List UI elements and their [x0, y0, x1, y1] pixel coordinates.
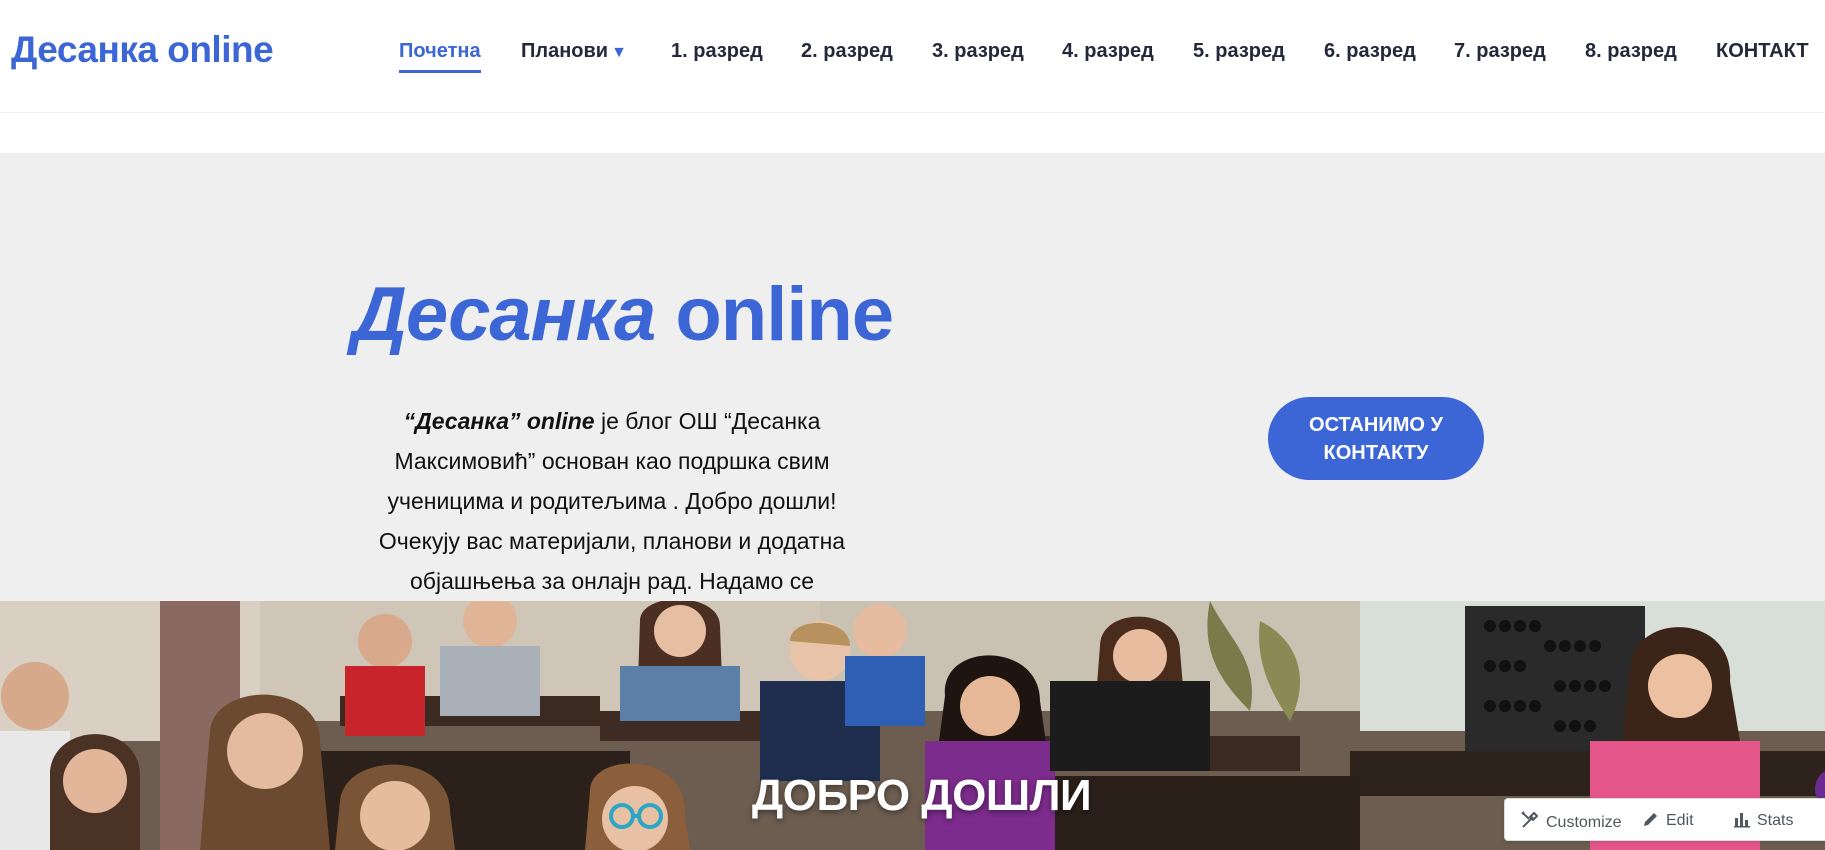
stats-button[interactable]: Stats	[1733, 810, 1793, 830]
hero-section: Десанка online “Десанка” online је блог …	[0, 153, 1825, 634]
nav-item-grade-6[interactable]: 6. разред	[1324, 40, 1416, 63]
nav-item-grade-1[interactable]: 1. разред	[671, 40, 763, 63]
nav-item-grade-3[interactable]: 3. разред	[932, 40, 1024, 63]
hero-description-lead: “Десанка” online	[403, 408, 595, 434]
hero-title-rest: online	[655, 272, 894, 357]
nav-item-contact[interactable]: КОНТАКТ	[1716, 40, 1809, 63]
pencil-icon	[1644, 813, 1657, 826]
customize-label: Customize	[1546, 814, 1622, 831]
nav-item-plans[interactable]: Планови ▼	[521, 40, 627, 63]
hero-title-italic: Десанка	[352, 272, 656, 357]
nav-item-home[interactable]: Почетна	[399, 40, 481, 73]
nav-item-grade-5[interactable]: 5. разред	[1193, 40, 1285, 63]
tools-icon	[1521, 811, 1539, 828]
chevron-down-icon: ▼	[611, 44, 627, 61]
edit-label: Edit	[1666, 812, 1694, 829]
stay-in-touch-button[interactable]: ОСТАНИМО У КОНТАКТУ	[1268, 397, 1484, 480]
nav-item-grade-2[interactable]: 2. разред	[801, 40, 893, 63]
site-title-link[interactable]: Десанка online	[11, 29, 274, 71]
customize-button[interactable]: Customize	[1520, 810, 1622, 832]
nav-item-grade-4[interactable]: 4. разред	[1062, 40, 1154, 63]
site-header: Десанка online Почетна Планови ▼ 1. разре…	[0, 0, 1825, 113]
hero-title: Десанка online	[352, 271, 894, 358]
stats-label: Stats	[1757, 812, 1794, 829]
nav-item-grade-8[interactable]: 8. разред	[1585, 40, 1677, 63]
nav-item-grade-7[interactable]: 7. разред	[1454, 40, 1546, 63]
nav-item-plans-label: Планови	[521, 40, 609, 62]
admin-toolbar: Customize Edit Stats	[1504, 798, 1825, 841]
bar-chart-icon	[1734, 813, 1750, 828]
edit-button[interactable]: Edit	[1642, 810, 1694, 830]
